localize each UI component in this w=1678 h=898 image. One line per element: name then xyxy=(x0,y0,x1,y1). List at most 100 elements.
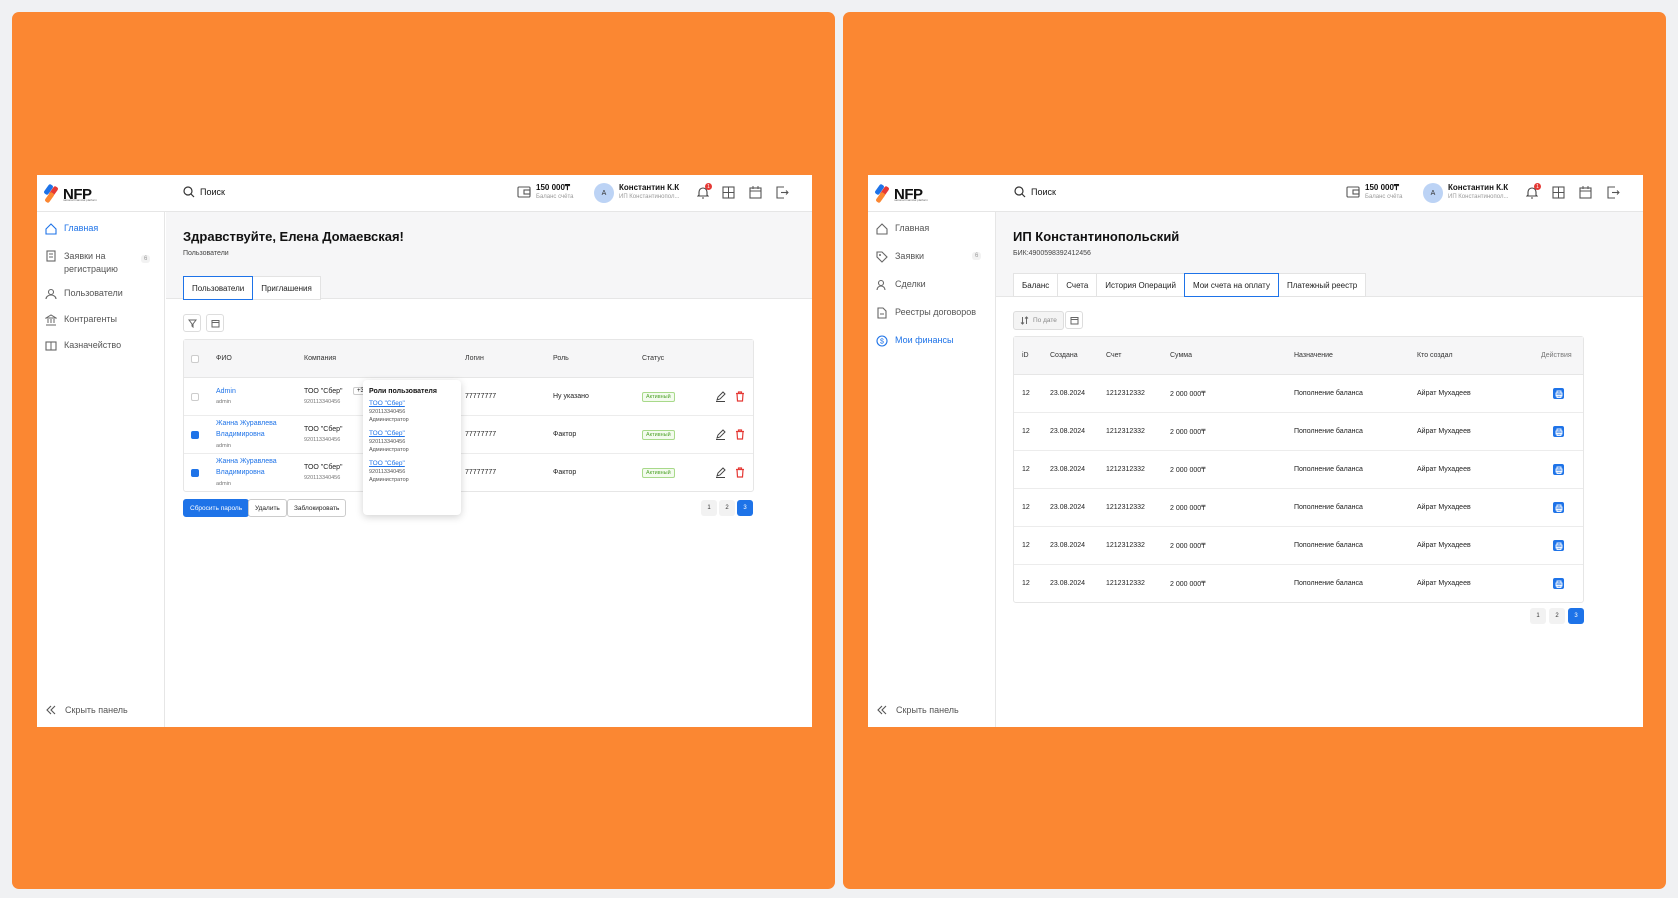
sidebar: Главная Заявки 6 Сделки Реестры договоро… xyxy=(868,212,996,727)
edit-icon[interactable] xyxy=(715,467,726,478)
column-header: Логин xyxy=(465,355,484,362)
row-checkbox[interactable] xyxy=(191,469,199,477)
role-company-link[interactable]: ТОО "Сбер" xyxy=(369,460,455,467)
sidebar-item-contract-registries[interactable]: Реестры договоров xyxy=(876,307,976,319)
sidebar-item-home[interactable]: Главная xyxy=(876,223,929,235)
logo-subtitle: national financial platform xyxy=(63,198,98,202)
notification-button[interactable]: 1 xyxy=(1525,183,1541,204)
select-all-checkbox[interactable] xyxy=(191,355,199,363)
search-input[interactable]: Поиск xyxy=(1014,186,1056,198)
page-button[interactable]: 2 xyxy=(719,500,735,516)
tab-operations-history[interactable]: История Операций xyxy=(1096,273,1185,297)
page-button[interactable]: 2 xyxy=(1549,608,1565,624)
row-checkbox[interactable] xyxy=(191,393,199,401)
sidebar-item-deals[interactable]: Сделки xyxy=(876,279,926,291)
page-button[interactable]: 1 xyxy=(1530,608,1546,624)
edit-icon[interactable] xyxy=(715,429,726,440)
company-name: ТОО "Сбер" xyxy=(304,388,343,395)
user-name-link[interactable]: Жанна Журавлева xyxy=(216,420,277,427)
tab-balance[interactable]: Баланс xyxy=(1013,273,1059,297)
calendar-icon[interactable] xyxy=(749,186,762,199)
tab-users[interactable]: Пользователи xyxy=(183,276,254,300)
user-name-link[interactable]: Жанна Журавлева xyxy=(216,458,277,465)
user-info[interactable]: Константин К.К ИП Константинопол... xyxy=(619,183,679,200)
sidebar-item-counterparties[interactable]: Контрагенты xyxy=(45,314,117,326)
trash-icon[interactable] xyxy=(735,467,745,478)
search-input[interactable]: Поиск xyxy=(183,186,225,198)
company-bin: 920113340456 xyxy=(304,475,341,481)
delete-button[interactable]: Удалить xyxy=(248,499,287,517)
table-row[interactable]: Жанна Журавлева Владимировна admin ТОО "… xyxy=(184,416,753,454)
table-row[interactable]: 12 23.08.2024 1212312332 2 000 000₸ Пополнен… xyxy=(1014,375,1583,413)
trash-icon[interactable] xyxy=(735,391,745,402)
trash-icon[interactable] xyxy=(735,429,745,440)
avatar[interactable]: А xyxy=(594,183,614,203)
row-checkbox[interactable] xyxy=(191,431,199,439)
tab-payment-registry[interactable]: Платежный реестр xyxy=(1277,273,1367,297)
block-button[interactable]: Заблокировать xyxy=(287,499,347,517)
user-name-link-line2[interactable]: Владимировна xyxy=(216,469,265,476)
calculator-icon[interactable] xyxy=(722,186,735,199)
sort-by-date-button[interactable]: По дате xyxy=(1013,311,1064,330)
print-button[interactable] xyxy=(1553,540,1564,551)
role-company-link[interactable]: ТОО "Сбер" xyxy=(369,430,455,437)
invoices-table: iD Создана Счет Сумма Назначение Кто соз… xyxy=(1013,336,1584,603)
status-badge: Активный xyxy=(642,430,675,440)
sidebar-item-treasury[interactable]: Казначейство xyxy=(45,340,121,352)
logout-icon[interactable] xyxy=(776,186,789,199)
print-button[interactable] xyxy=(1553,464,1564,475)
print-button[interactable] xyxy=(1553,388,1564,399)
role-company-link[interactable]: ТОО "Сбер" xyxy=(369,400,455,407)
table-row[interactable]: Admin admin ТОО "Сбер" 920113340456 +3 7… xyxy=(184,378,753,416)
logo[interactable]: NFP national financial platform xyxy=(874,183,928,204)
wallet-icon[interactable] xyxy=(517,185,531,199)
sidebar-item-registration[interactable]: Заявки на регистрацию xyxy=(45,250,134,276)
column-header: iD xyxy=(1022,352,1029,359)
sidebar-item-my-finances[interactable]: $ Мои финансы xyxy=(876,335,953,347)
table-row[interactable]: 12 23.08.2024 1212312332 2 000 000₸ Пополнен… xyxy=(1014,527,1583,565)
hide-panel-button[interactable]: Скрыть панель xyxy=(45,705,128,715)
reset-password-button[interactable]: Сбросить пароль xyxy=(183,499,250,517)
user-name-link-line2[interactable]: Владимировна xyxy=(216,431,265,438)
tab-invitations[interactable]: Приглашения xyxy=(252,276,321,300)
print-button[interactable] xyxy=(1553,502,1564,513)
bank-icon xyxy=(45,314,57,326)
table-row[interactable]: Жанна Журавлева Владимировна admin ТОО "… xyxy=(184,454,753,492)
edit-icon[interactable] xyxy=(715,391,726,402)
table-row[interactable]: 12 23.08.2024 1212312332 2 000 000₸ Пополнен… xyxy=(1014,489,1583,527)
notification-button[interactable]: 1 xyxy=(696,183,712,204)
logout-icon[interactable] xyxy=(1607,186,1620,199)
column-header: Сумма xyxy=(1170,352,1192,359)
tab-my-invoices[interactable]: Мои счета на оплату xyxy=(1183,273,1279,297)
sidebar-item-users[interactable]: Пользователи xyxy=(45,288,123,300)
avatar[interactable]: А xyxy=(1423,183,1443,203)
logo[interactable]: NFP national financial platform xyxy=(43,183,97,204)
page-button[interactable]: 1 xyxy=(701,500,717,516)
print-button[interactable] xyxy=(1553,578,1564,589)
filter-button[interactable] xyxy=(183,314,201,332)
sidebar: Главная Заявки на регистрацию 6 Пользова… xyxy=(37,212,165,727)
calendar-icon[interactable] xyxy=(1579,186,1592,199)
wallet-icon[interactable] xyxy=(1346,185,1360,199)
page-button-current[interactable]: 3 xyxy=(737,500,753,516)
role-entry: ТОО "Сбер" 920113340456 Администратор xyxy=(369,400,455,423)
sidebar-item-home[interactable]: Главная xyxy=(45,223,98,235)
user-name-link[interactable]: Admin xyxy=(216,388,236,395)
print-button[interactable] xyxy=(1553,426,1564,437)
sidebar-item-requests[interactable]: Заявки xyxy=(876,251,924,263)
column-header: Статус xyxy=(642,355,665,362)
date-filter-button[interactable] xyxy=(1065,311,1083,329)
table-row[interactable]: 12 23.08.2024 1212312332 2 000 000₸ Пополнен… xyxy=(1014,565,1583,603)
tab-accounts[interactable]: Счета xyxy=(1057,273,1098,297)
table-row[interactable]: 12 23.08.2024 1212312332 2 000 000₸ Пополнен… xyxy=(1014,451,1583,489)
topbar: NFP national financial platform Поиск 15… xyxy=(37,175,812,212)
print-icon xyxy=(1555,428,1562,436)
cell-purpose: Пополнение баланса xyxy=(1294,580,1363,587)
calculator-icon[interactable] xyxy=(1552,186,1565,199)
user-info[interactable]: Константин К.К ИП Константинопол... xyxy=(1448,183,1508,200)
table-row[interactable]: 12 23.08.2024 1212312332 2 000 000₸ Пополнен… xyxy=(1014,413,1583,451)
sort-icon xyxy=(1020,316,1029,325)
hide-panel-button[interactable]: Скрыть панель xyxy=(876,705,959,715)
page-button-current[interactable]: 3 xyxy=(1568,608,1584,624)
date-filter-button[interactable] xyxy=(206,314,224,332)
